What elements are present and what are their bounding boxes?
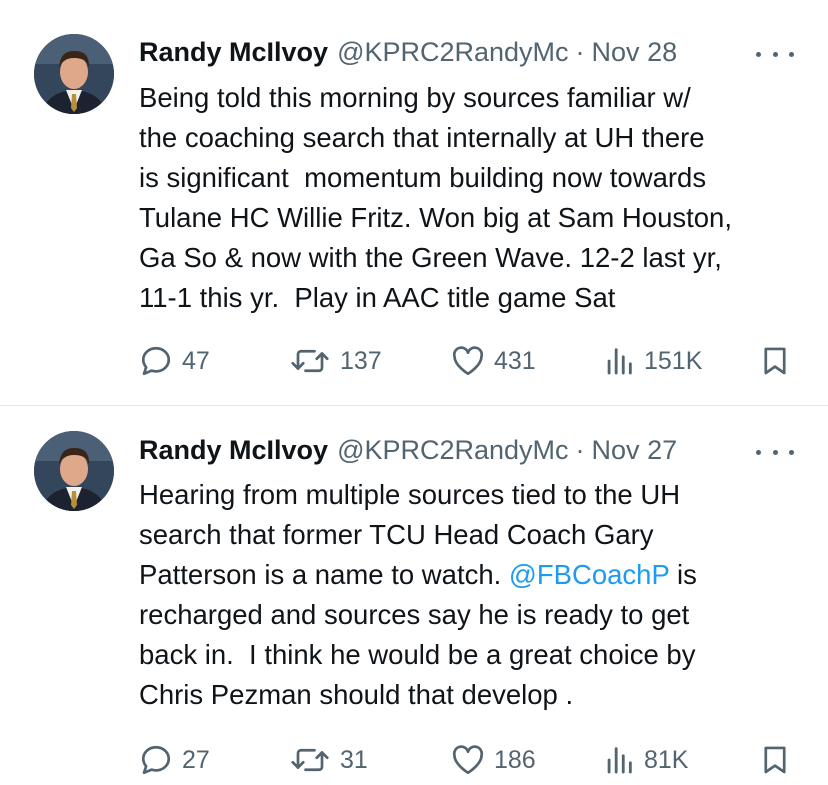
- tweet-text-line: Hearing from multiple sources tied to th…: [139, 479, 681, 510]
- tweet-text-segment: Patterson is a name to watch.: [139, 559, 509, 590]
- tweet-text: Being told this morning by sources famil…: [139, 78, 809, 318]
- like-button[interactable]: 431: [450, 341, 536, 381]
- like-button[interactable]: 186: [450, 740, 536, 780]
- tweet-text-line: Being told this morning by sources famil…: [139, 82, 691, 113]
- tweet-2[interactable]: Randy McIlvoy @KPRC2RandyMc · Nov 27 Hea…: [0, 406, 828, 785]
- bookmark-button[interactable]: [758, 341, 792, 381]
- tweet-text-line: Chris Pezman should that develop .: [139, 679, 574, 710]
- bookmark-button[interactable]: [758, 740, 792, 780]
- tweet-text-line: 11-1 this yr. Play in AAC title game Sat: [139, 282, 616, 313]
- mention-link[interactable]: @FBCoachP: [509, 559, 669, 590]
- reply-count: 47: [182, 346, 210, 375]
- bookmark-icon: [764, 746, 786, 774]
- author-handle[interactable]: @KPRC2RandyMc: [337, 435, 568, 466]
- repost-arrows-icon: [291, 349, 329, 373]
- tweet-header: Randy McIlvoy @KPRC2RandyMc · Nov 27: [139, 430, 677, 470]
- tweet-text-line: recharged and sources say he is ready to…: [139, 599, 690, 630]
- tweet-text: Hearing from multiple sources tied to th…: [139, 475, 809, 715]
- action-bar: 27 31 186 81K: [0, 740, 828, 780]
- repost-button[interactable]: 31: [288, 740, 368, 780]
- repost-arrows-icon: [291, 748, 329, 772]
- tweet-text-line: is significant momentum building now tow…: [139, 162, 707, 193]
- reply-count: 27: [182, 745, 210, 774]
- tweet-1[interactable]: Randy McIlvoy @KPRC2RandyMc · Nov 28 Bei…: [0, 0, 828, 405]
- separator-dot: ·: [575, 36, 585, 67]
- repost-count: 137: [340, 346, 382, 375]
- author-name[interactable]: Randy McIlvoy: [139, 37, 328, 68]
- tweet-text-segment: is: [669, 559, 697, 590]
- heart-icon: [452, 346, 484, 376]
- tweet-text-line: search that former TCU Head Coach Gary: [139, 519, 654, 550]
- author-name[interactable]: Randy McIlvoy: [139, 435, 328, 466]
- views-bar-chart-icon: [607, 348, 632, 375]
- views-button[interactable]: 151K: [602, 341, 702, 381]
- repost-count: 31: [340, 745, 368, 774]
- reply-bubble-icon: [141, 346, 171, 376]
- views-button[interactable]: 81K: [602, 740, 688, 780]
- reply-button[interactable]: 47: [138, 341, 210, 381]
- views-bar-chart-icon: [607, 747, 632, 774]
- author-handle[interactable]: @KPRC2RandyMc: [337, 37, 568, 68]
- tweet-text-line: the coaching search that internally at U…: [139, 122, 705, 153]
- reply-bubble-icon: [141, 745, 171, 775]
- tweet-header: Randy McIlvoy @KPRC2RandyMc · Nov 28: [139, 32, 677, 72]
- tweet-text-line: Patterson is a name to watch. @FBCoachP …: [139, 555, 809, 595]
- tweet-text-line: Tulane HC Willie Fritz. Won big at Sam H…: [139, 202, 732, 233]
- views-count: 151K: [644, 346, 703, 375]
- repost-button[interactable]: 137: [288, 341, 382, 381]
- more-options-icon[interactable]: [756, 40, 794, 68]
- bookmark-icon: [764, 347, 786, 375]
- author-avatar[interactable]: [34, 34, 114, 114]
- separator-dot: ·: [575, 434, 585, 465]
- tweet-text-line: back in. I think he would be a great cho…: [139, 639, 696, 670]
- tweet-text-line: Ga So & now with the Green Wave. 12-2 la…: [139, 242, 722, 273]
- more-options-icon[interactable]: [756, 438, 794, 466]
- like-count: 431: [494, 346, 536, 375]
- like-count: 186: [494, 745, 536, 774]
- views-count: 81K: [644, 745, 689, 774]
- tweet-date[interactable]: Nov 27: [592, 435, 678, 466]
- reply-button[interactable]: 27: [138, 740, 210, 780]
- tweet-date[interactable]: Nov 28: [592, 37, 678, 68]
- heart-icon: [452, 745, 484, 775]
- action-bar: 47 137 431 151K: [0, 341, 828, 381]
- author-avatar[interactable]: [34, 431, 114, 511]
